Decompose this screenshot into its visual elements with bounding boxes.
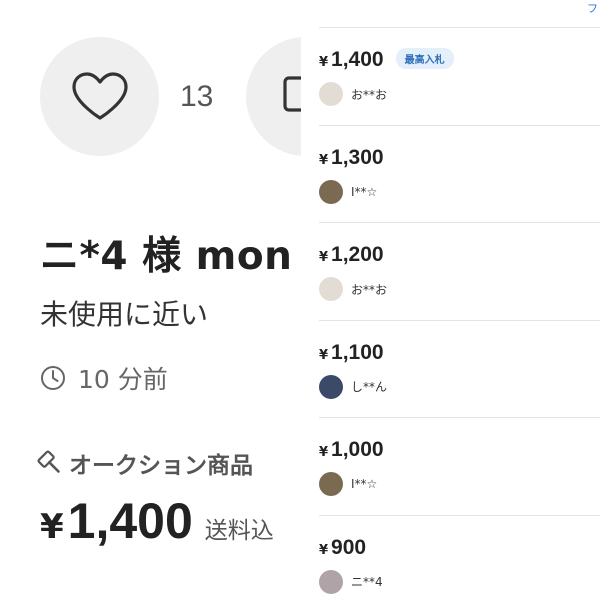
item-price: ¥ 1,400 送料込 [40,492,274,550]
top-link[interactable]: フ [587,0,598,16]
auction-label: オークション商品 [35,446,253,480]
bidder-avatar[interactable] [319,569,343,594]
bid-price: ¥ 900 [319,536,366,560]
heart-icon [71,71,128,120]
bid-currency: ¥ [319,152,329,168]
bid-row: ¥ 1,400 最高入札 お**お [319,27,600,125]
bidder-avatar[interactable] [319,179,343,204]
bid-currency: ¥ [319,347,329,363]
bid-price: ¥ 1,200 [319,243,384,267]
auction-label-text: オークション商品 [69,453,253,479]
bid-currency: ¥ [319,445,329,460]
comment-button[interactable] [246,37,301,156]
bid-amount: 1,400 [331,48,384,71]
bid-price: ¥ 1,100 [319,341,384,365]
like-count: 13 [180,80,214,113]
bidder-avatar[interactable] [319,82,343,106]
bid-list: ¥ 1,400 最高入札 お**お ¥ 1,300 I**☆ ¥ 1,200 お… [301,27,600,600]
bid-amount: 1,200 [331,243,384,266]
bidder-name: ニ**4 [351,575,383,589]
bidder[interactable]: お**お [319,82,387,106]
bid-row: ¥ 900 ニ**4 [319,514,600,600]
posted-time-text: 10 分前 [78,365,168,394]
bidder-name: お**お [351,282,388,297]
bidder-name: お**お [351,87,388,102]
bidder-name: し**ん [351,380,388,394]
bidder-avatar[interactable] [319,472,343,496]
item-condition: 未使用に近い [40,298,209,331]
bidder-name: I**☆ [351,477,378,491]
price-currency: ¥ [40,507,64,547]
bid-amount: 900 [331,535,367,559]
bid-price: ¥ 1,400 最高入札 [319,48,454,72]
bid-history-panel: フ ¥ 1,400 最高入札 お**お ¥ 1,300 I**☆ ¥ 1,200 [301,0,600,600]
clock-icon [41,366,65,390]
bidder[interactable]: ニ**4 [319,569,383,594]
bid-price: ¥ 1,300 [319,146,384,170]
posted-time: 10 分前 [40,360,168,396]
bidder-avatar[interactable] [319,277,343,301]
comment-icon [283,76,301,112]
bid-row: ¥ 1,000 I**☆ [319,417,600,515]
bid-currency: ¥ [319,542,329,558]
bid-amount: 1,100 [331,340,384,364]
bidder[interactable]: I**☆ [319,472,377,496]
shipping-label: 送料込 [204,518,274,544]
bid-currency: ¥ [319,55,329,70]
bid-row: ¥ 1,200 お**お [319,222,600,320]
bid-currency: ¥ [319,250,329,265]
item-title: ニ*4 様 mon [40,234,293,279]
like-button[interactable] [40,37,159,156]
bid-row: ¥ 1,300 I**☆ [319,124,600,223]
price-amount: 1,400 [67,493,193,549]
bid-amount: 1,000 [331,438,384,461]
bidder-avatar[interactable] [319,374,343,399]
bidder[interactable]: お**お [319,277,387,301]
bid-amount: 1,300 [331,145,384,169]
bidder[interactable]: し**ん [319,374,388,399]
bidder-name: I**☆ [351,184,378,199]
bid-row: ¥ 1,100 し**ん [319,319,600,418]
item-detail-panel: 13 ニ*4 様 mon 未使用に近い 10 分前 オークション商品 ¥ 1,4… [0,0,301,600]
highest-bid-badge: 最高入札 [395,48,454,69]
bidder[interactable]: I**☆ [319,179,378,204]
bid-price: ¥ 1,000 [319,438,384,462]
auction-hammer-icon [37,450,60,473]
